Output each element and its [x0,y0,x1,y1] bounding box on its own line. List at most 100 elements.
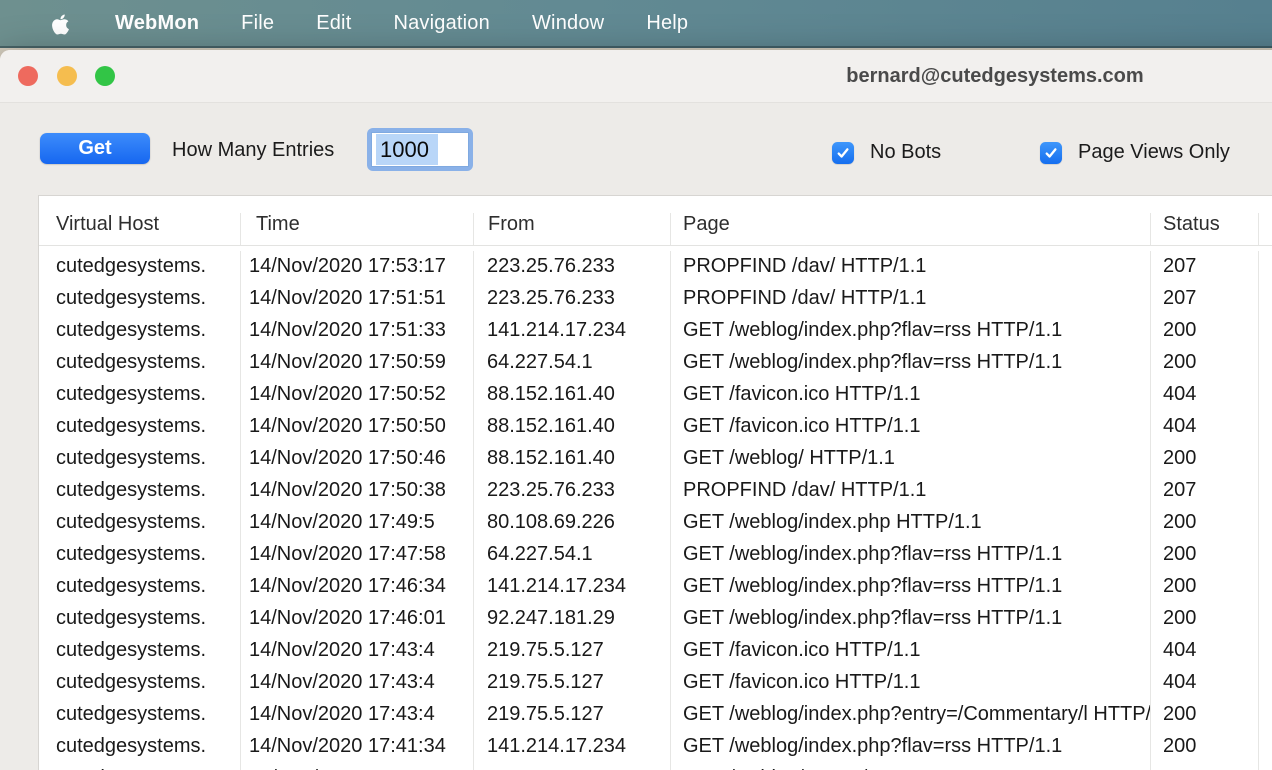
table-row[interactable]: cutedgesystems.14/Nov/2020 17:50:5288.15… [39,379,1272,411]
cell-page: GET /favicon.ico HTTP/1.1 [671,379,1151,411]
table-row[interactable]: cutedgesystems.14/Nov/2020 17:43:4219.75… [39,699,1272,731]
cell-status: 200 [1151,507,1259,539]
cell-from: 223.25.76.233 [474,475,671,507]
cell-time: 14/Nov/2020 17:50:59 [241,347,474,379]
cell-status: 404 [1151,411,1259,443]
cell-time: 14/Nov/2020 17:43:4 [241,635,474,667]
cell-time: 14/Nov/2020 17:53:17 [241,251,474,283]
menu-item-file[interactable]: File [241,12,274,35]
cell-virtual-host: cutedgesystems. [39,699,241,731]
cell-page: GET /weblog/index.php HTTP/1.1 [671,507,1151,539]
no-bots-label: No Bots [870,141,941,164]
table-row[interactable]: cutedgesystems.14/Nov/2020 17:47:5864.22… [39,539,1272,571]
cell-status: 200 [1151,731,1259,763]
log-table: Virtual HostTimeFromPageStatus cutedgesy… [38,195,1272,770]
cell-page: GET /weblog/index.php?flav=rss HTTP/1.1 [671,539,1151,571]
cell-virtual-host: cutedgesystems. [39,603,241,635]
column-header-page[interactable]: Page [671,213,1151,245]
cell-time: 14/Nov/2020 17:47:58 [241,539,474,571]
cell-status: 207 [1151,475,1259,507]
get-button[interactable]: Get [40,133,150,164]
table-row[interactable]: cutedgesystems.14/Nov/2020 17:50:4688.15… [39,443,1272,475]
table-header: Virtual HostTimeFromPageStatus [39,196,1272,246]
close-button[interactable] [18,66,38,86]
cell-time: 14/Nov/2020 17:46:34 [241,571,474,603]
table-row[interactable]: cutedgesystems.14/Nov/2020 17:53:17223.2… [39,251,1272,283]
apple-menu-icon[interactable] [50,12,71,37]
cell-virtual-host: cutedgesystems. [39,539,241,571]
cell-time: 14/Nov/2020 17:50:46 [241,443,474,475]
checkbox-checked-icon [832,142,854,164]
cell-from: 64.227.54.1 [474,539,671,571]
cell-time: 14/Nov/2020 17:50:38 [241,475,474,507]
menu-item-webmon[interactable]: WebMon [115,12,199,35]
cell-time: 14/Nov/2020 17:50:52 [241,379,474,411]
minimize-button[interactable] [57,66,77,86]
table-row[interactable]: cutedgesystems.14/Nov/2020 17:41:34141.2… [39,731,1272,763]
cell-from: 223.25.76.233 [474,283,671,315]
cell-virtual-host: cutedgesystems. [39,635,241,667]
entries-label: How Many Entries [172,103,334,194]
menu-item-help[interactable]: Help [646,12,688,35]
table-row[interactable]: cutedgesystems.14/Nov/2020 17:46:34141.2… [39,571,1272,603]
menu-item-window[interactable]: Window [532,12,604,35]
table-row[interactable]: cutedgesystems.14/Nov/2020 17:43:4219.75… [39,635,1272,667]
cell-page: GET /weblog/index.php?entry=/Commentary/… [671,699,1151,731]
cell-from: 219.75.5.127 [474,635,671,667]
column-header-time[interactable]: Time [241,213,474,245]
table-row[interactable]: cutedgesystems.14/Nov/2020 17:51:51223.2… [39,283,1272,315]
cell-status: 207 [1151,251,1259,283]
table-row[interactable]: cutedgesystems.14/Nov/2020 17:46:0192.24… [39,603,1272,635]
column-header-virtual-host[interactable]: Virtual Host [39,213,241,245]
cell-virtual-host: cutedgesystems. [39,251,241,283]
table-row[interactable]: cutedgesystems.14/Nov/2020 17:50:5964.22… [39,347,1272,379]
menu-bar: WebMon File Edit Navigation Window Help [0,0,1272,48]
cell-from: 64.227.54.1 [474,347,671,379]
page-views-only-label: Page Views Only [1078,141,1230,164]
zoom-button[interactable] [95,66,115,86]
cell-time: 14/Nov/2020 17:51:33 [241,315,474,347]
cell-status: 200 [1151,443,1259,475]
cell-from: 219.75.5.127 [474,699,671,731]
cell-page: GET /favicon.ico HTTP/1.1 [671,667,1151,699]
page-views-only-checkbox[interactable]: Page Views Only [1040,141,1230,164]
cell-time: 14/Nov/2020 17:50:50 [241,411,474,443]
no-bots-checkbox[interactable]: No Bots [832,141,941,164]
entries-value-selected: 1000 [376,134,438,165]
cell-time: 14/Nov/2020 17:43:4 [241,667,474,699]
table-row[interactable]: cutedgesystems.14/Nov/2020 17:50:38223.2… [39,475,1272,507]
cell-status: 207 [1151,283,1259,315]
cell-time: 14/Nov/2020 17:43:4 [241,699,474,731]
checkbox-checked-icon [1040,142,1062,164]
cell-virtual-host: cutedgesystems. [39,411,241,443]
cell-status: 404 [1151,635,1259,667]
table-row[interactable]: cutedgesystems.14/Nov/2020 17:51:33141.2… [39,315,1272,347]
table-row[interactable]: cutedgesystems.14/Nov/2020 17:49:580.108… [39,507,1272,539]
menu-items: WebMon File Edit Navigation Window Help [115,0,688,46]
table-row[interactable]: cutedgesystems.14/Nov/2020 17:43:4219.75… [39,667,1272,699]
cell-status: 200 [1151,763,1259,770]
cell-page: GET /weblog/index.php?flav=rss HTTP/1.1 [671,347,1151,379]
cell-from: 88.152.161.40 [474,411,671,443]
table-row[interactable]: cutedgesystems.14/Nov/2020 17:41:2219.75… [39,763,1272,770]
cell-from: 141.214.17.234 [474,571,671,603]
column-header-from[interactable]: From [474,213,671,245]
cell-from: 219.75.5.127 [474,763,671,770]
menu-item-edit[interactable]: Edit [316,12,351,35]
table-row[interactable]: cutedgesystems.14/Nov/2020 17:50:5088.15… [39,411,1272,443]
title-bar: bernard@cutedgesystems.com [0,50,1272,103]
webmon-window: bernard@cutedgesystems.com Get How Many … [0,50,1272,770]
cell-status: 200 [1151,347,1259,379]
cell-virtual-host: cutedgesystems. [39,731,241,763]
cell-page: GET /weblog/ HTTP/1.1 [671,443,1151,475]
menu-item-navigation[interactable]: Navigation [393,12,490,35]
entries-input[interactable]: 1000 [367,128,473,171]
cell-time: 14/Nov/2020 17:41:34 [241,731,474,763]
column-header-status[interactable]: Status [1151,213,1259,245]
cell-status: 404 [1151,379,1259,411]
cell-virtual-host: cutedgesystems. [39,283,241,315]
cell-status: 200 [1151,539,1259,571]
cell-from: 141.214.17.234 [474,315,671,347]
cell-virtual-host: cutedgesystems. [39,667,241,699]
cell-page: GET /weblog/ HTTP/1.1 [671,763,1151,770]
